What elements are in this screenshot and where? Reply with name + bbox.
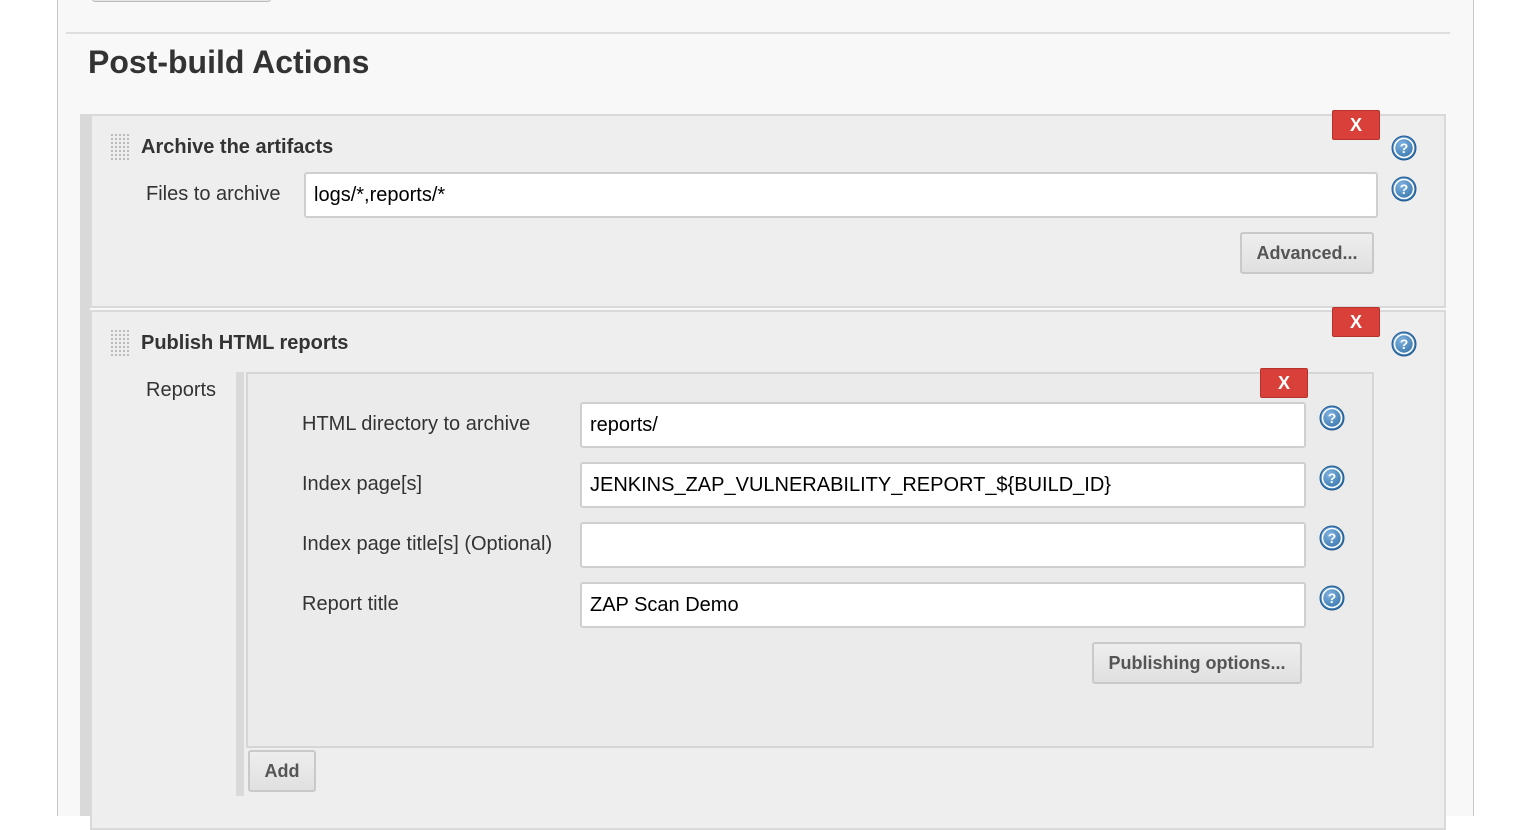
drag-handle-icon[interactable]	[110, 133, 130, 161]
index-pages-input[interactable]	[580, 462, 1306, 508]
index-pages-label: Index page[s]	[302, 473, 423, 495]
reports-rail	[236, 372, 244, 796]
drag-handle-icon[interactable]	[110, 329, 130, 357]
help-question-icon[interactable]: ?	[1319, 525, 1345, 551]
delete-report-button[interactable]: X	[1260, 368, 1308, 398]
help-question-icon[interactable]: ?	[1391, 135, 1417, 161]
publishing-options-button[interactable]: Publishing options...	[1092, 642, 1302, 684]
index-titles-label: Index page title[s] (Optional)	[302, 533, 553, 555]
svg-text:?: ?	[1400, 336, 1409, 352]
help-question-icon[interactable]: ?	[1391, 176, 1417, 202]
report-title-label: Report title	[302, 593, 399, 615]
previous-section-button[interactable]	[92, 0, 271, 2]
html-directory-label: HTML directory to archive	[302, 413, 531, 435]
help-question-icon[interactable]: ?	[1391, 331, 1417, 357]
delete-publish-step-button[interactable]: X	[1332, 307, 1380, 337]
post-build-rail	[80, 114, 90, 816]
report-title-input[interactable]	[580, 582, 1306, 628]
section-divider	[66, 32, 1450, 34]
archive-step-title: Archive the artifacts	[141, 136, 334, 158]
svg-text:?: ?	[1400, 181, 1409, 197]
add-report-button[interactable]: Add	[248, 750, 316, 792]
svg-text:?: ?	[1328, 470, 1337, 486]
svg-text:?: ?	[1328, 410, 1337, 426]
svg-text:?: ?	[1400, 140, 1409, 156]
advanced-button[interactable]: Advanced...	[1240, 232, 1374, 274]
section-title: Post-build Actions	[88, 44, 370, 80]
svg-text:?: ?	[1328, 530, 1337, 546]
index-titles-input[interactable]	[580, 522, 1306, 568]
svg-text:?: ?	[1328, 590, 1337, 606]
help-question-icon[interactable]: ?	[1319, 405, 1345, 431]
reports-label: Reports	[146, 379, 217, 401]
files-to-archive-label: Files to archive	[146, 183, 281, 205]
delete-archive-step-button[interactable]: X	[1332, 110, 1380, 140]
files-to-archive-input[interactable]	[304, 172, 1378, 218]
publish-step-title: Publish HTML reports	[141, 332, 349, 354]
help-question-icon[interactable]: ?	[1319, 465, 1345, 491]
help-question-icon[interactable]: ?	[1319, 585, 1345, 611]
html-directory-input[interactable]	[580, 402, 1306, 448]
